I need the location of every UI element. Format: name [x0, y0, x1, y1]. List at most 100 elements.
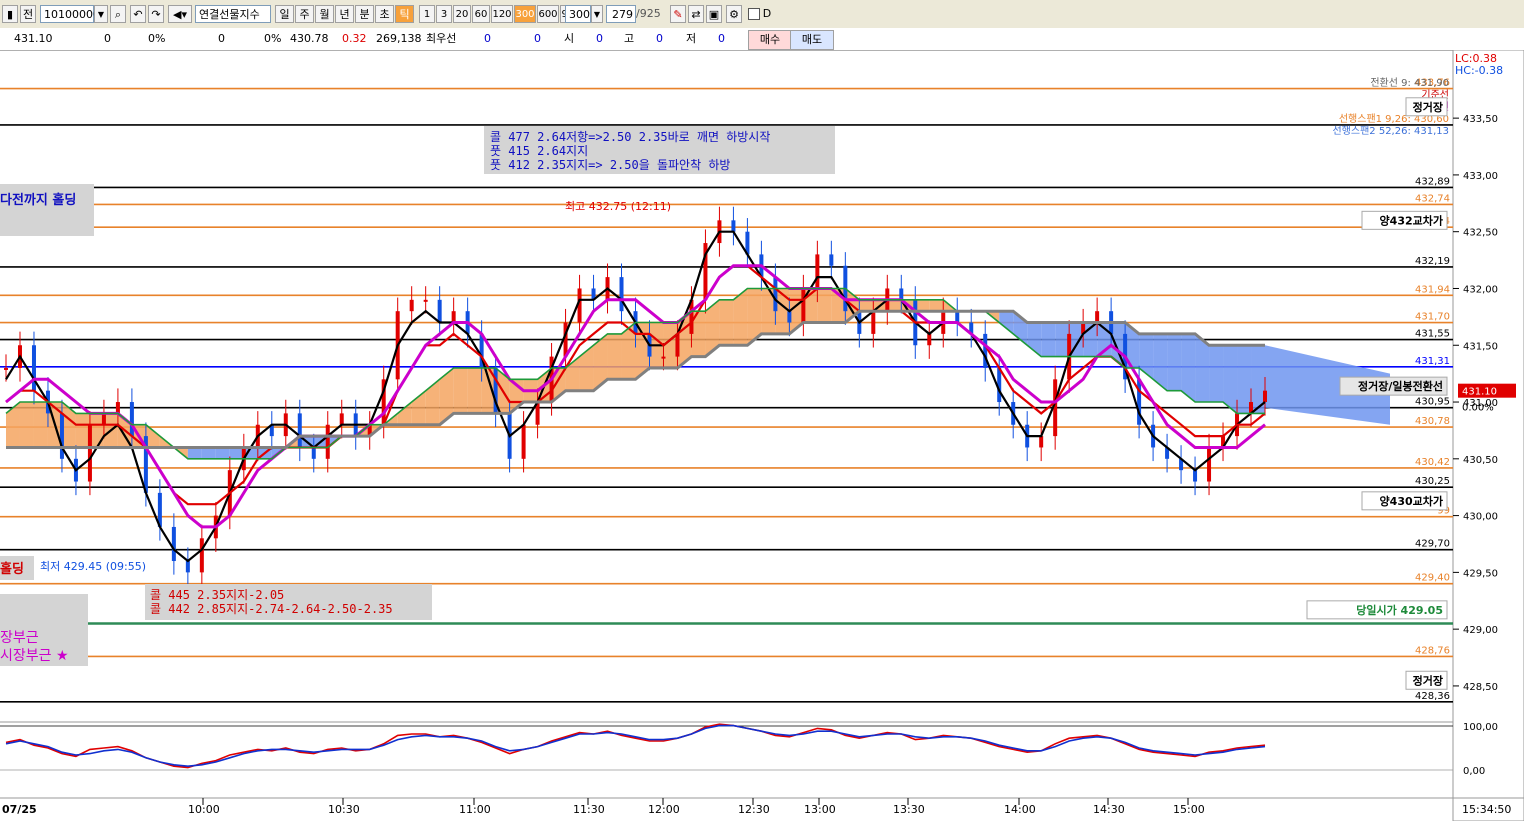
period-button-5[interactable]: 초 — [375, 5, 394, 23]
cloud-segment — [1167, 333, 1182, 391]
cloud-segment — [145, 424, 160, 448]
level-label-2: 432,89 — [1415, 176, 1450, 187]
interval-button-3[interactable]: 60 — [472, 5, 490, 23]
y-tick-label: 431,50 — [1463, 341, 1498, 352]
count-dropdown-icon[interactable]: ▼ — [591, 5, 603, 23]
prev-icon[interactable]: ↶ — [130, 5, 146, 23]
period-button-1[interactable]: 주 — [295, 5, 314, 23]
chart-area[interactable]: 433,76432,89432,74432,54432,19431,94431,… — [0, 49, 1524, 822]
y-tick-label: 430,00 — [1463, 512, 1498, 523]
y-tick-label: 433,00 — [1463, 171, 1498, 182]
interval-button-2[interactable]: 20 — [453, 5, 471, 23]
code-input[interactable]: 10100000 — [40, 5, 100, 23]
change-value: 0.32 — [342, 32, 367, 45]
interval-button-1[interactable]: 3 — [436, 5, 452, 23]
open-value: 0 — [596, 32, 603, 45]
level-label-7: 431,70 — [1415, 312, 1450, 323]
quote-row: 431.10 0 0% 0 0% 430.78 0.32 269,138 최우선… — [0, 28, 1524, 51]
candle-body — [521, 424, 526, 459]
d-checkbox-label: D — [762, 7, 772, 20]
cloud-segment — [453, 367, 468, 414]
y-tick-label: 431,00 — [1463, 398, 1498, 409]
candle-body — [31, 345, 36, 391]
tools-icon[interactable]: ✎ — [670, 5, 686, 23]
right-tag-0: 정거장 — [1413, 100, 1443, 114]
interval-button-6[interactable]: 600 — [537, 5, 559, 23]
d-checkbox[interactable] — [748, 8, 760, 20]
level-label-10: 430,95 — [1415, 397, 1450, 408]
cloud-segment — [19, 402, 34, 448]
cloud-segment — [1055, 322, 1070, 357]
price-chart[interactable]: 433,76432,89432,74432,54432,19431,94431,… — [0, 49, 1524, 822]
candle-body — [297, 413, 302, 448]
speaker-icon[interactable]: ◀▾ — [168, 5, 192, 23]
candle-body — [4, 367, 8, 370]
pct1: 0% — [148, 32, 166, 45]
candle-body — [829, 254, 834, 266]
cloud-segment — [1153, 333, 1168, 391]
save-icon[interactable]: ▣ — [706, 5, 722, 23]
candle-body — [129, 402, 134, 437]
cloud-segment — [733, 288, 748, 346]
y-tick-label: 429,50 — [1463, 568, 1498, 579]
level-label-5: 432,19 — [1415, 256, 1450, 267]
candle-body — [87, 424, 92, 482]
period-button-0[interactable]: 일 — [275, 5, 294, 23]
cloud-segment — [817, 288, 832, 323]
osc-red — [5, 723, 1266, 769]
chart-left-button[interactable]: 전 — [20, 5, 36, 23]
note-top-1: 풋 415 2.64지지 — [490, 144, 588, 158]
symbol-name: 연결선물지수 — [195, 5, 271, 23]
level-label-15: 429,70 — [1415, 539, 1450, 550]
pct2: 0% — [264, 32, 282, 45]
code-dropdown-icon[interactable]: ▼ — [94, 5, 108, 23]
left-note-box-1 — [0, 184, 94, 236]
volume-value: 269,138 — [376, 32, 422, 45]
candle-body — [675, 333, 680, 357]
count-input[interactable]: 300 — [565, 5, 591, 23]
time-readout: 15:34:50 — [1462, 803, 1511, 816]
period-button-4[interactable]: 분 — [355, 5, 374, 23]
interval-button-5[interactable]: 300 — [514, 5, 536, 23]
page-current[interactable]: 279 — [606, 5, 636, 23]
osc-blue — [5, 724, 1266, 768]
left-note-magenta1: 장부근 — [0, 630, 39, 646]
candle-body — [1095, 311, 1100, 323]
sell-button[interactable]: 매도 — [790, 30, 834, 50]
gear-icon[interactable]: ⚙ — [726, 5, 742, 23]
best-label: 최우선 — [426, 32, 457, 45]
cloud-segment — [1237, 345, 1252, 414]
interval-button-4[interactable]: 120 — [491, 5, 513, 23]
candle-body — [409, 299, 414, 312]
buy-button[interactable]: 매수 — [748, 30, 792, 50]
level-label-8: 431,55 — [1415, 329, 1450, 340]
chart-icon[interactable]: ▮ — [2, 5, 18, 23]
search-icon[interactable]: ⌕ — [110, 5, 126, 23]
price-value: 431.10 — [14, 32, 53, 45]
cloud-segment — [915, 299, 930, 312]
candle-body — [1263, 390, 1267, 403]
high-annotation: 최고 432.75 (12:11) — [565, 200, 671, 213]
period-button-2[interactable]: 월 — [315, 5, 334, 23]
cloud-segment — [6, 402, 20, 448]
period-button-3[interactable]: 년 — [335, 5, 354, 23]
x-tick-label-3: 11:30 — [573, 803, 605, 816]
toolbar: ▮ 전 10100000 ▼ ⌕ ↶ ↷ ◀▾ 연결선물지수 일주월년분초틱13… — [0, 0, 1524, 29]
candle-body — [1207, 447, 1212, 482]
x-tick-label-10: 15:00 — [1173, 803, 1205, 816]
y-tick-label: 432,50 — [1463, 228, 1498, 239]
candle-body — [101, 413, 106, 425]
next-icon[interactable]: ↷ — [148, 5, 164, 23]
x-tick-label-5: 12:30 — [738, 803, 770, 816]
candle-body — [619, 277, 624, 312]
candle-body — [59, 413, 64, 459]
note-top-2: 풋 412 2.35지지=> 2.50을 돌파안착 하방 — [490, 158, 730, 172]
interval-button-0[interactable]: 1 — [419, 5, 435, 23]
candle-body — [199, 538, 204, 573]
cloud-segment — [187, 447, 202, 459]
compare-icon[interactable]: ⇄ — [688, 5, 704, 23]
current-price-label: 431.10 — [1462, 387, 1497, 398]
period-button-6[interactable]: 틱 — [395, 5, 414, 23]
cloud-segment — [999, 311, 1014, 334]
level-label-6: 431,94 — [1415, 284, 1450, 295]
